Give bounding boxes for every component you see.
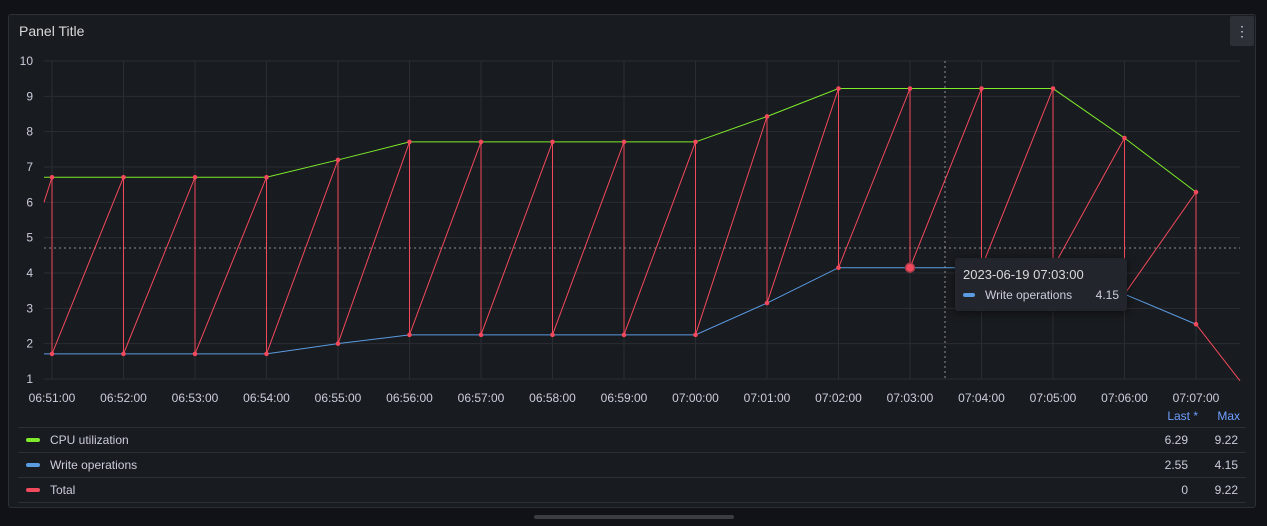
legend-series-name[interactable]: Write operations (50, 458, 137, 472)
x-tick-label: 07:03:00 (887, 391, 934, 405)
data-point (121, 351, 126, 357)
series-swatch (26, 438, 40, 442)
data-point (335, 157, 341, 163)
data-point (407, 332, 412, 338)
legend-max-value: 9.22 (1214, 433, 1238, 447)
tooltip-series-name: Write operations (985, 288, 1073, 302)
data-point (264, 351, 269, 357)
time-series-chart[interactable]: 1 2 3 4 5 6 7 8 9 10 06:51:00 06:52:00 06:53:00 06:54… (0, 0, 1267, 420)
legend-header-max[interactable]: Max (1217, 409, 1240, 423)
cpu-series-line (44, 88, 1197, 193)
x-tick-label: 06:56:00 (386, 391, 433, 405)
legend-last-value: 2.55 (1164, 458, 1188, 472)
data-point (550, 139, 555, 145)
data-point (836, 86, 841, 91)
data-point (1193, 189, 1199, 195)
x-tick-label: 06:58:00 (529, 391, 576, 405)
data-point (407, 139, 412, 145)
x-tick-label: 07:02:00 (815, 391, 862, 405)
data-point (478, 139, 484, 145)
legend-table: Last * Max CPU utilization 6.29 9.22 Wri… (18, 405, 1246, 503)
y-tick-label: 4 (26, 266, 33, 280)
series-swatch (26, 488, 40, 492)
data-point (49, 174, 55, 180)
x-tick-label: 07:07:00 (1173, 391, 1220, 405)
tooltip-time: 2023-06-19 07:03:00 (963, 267, 1084, 282)
legend-series-name[interactable]: CPU utilization (50, 433, 129, 447)
x-tick-label: 06:51:00 (29, 391, 76, 405)
y-tick-label: 10 (20, 54, 34, 68)
legend-max-value: 4.15 (1214, 458, 1238, 472)
total-series-line (43, 88, 1241, 382)
y-tick-label: 7 (26, 160, 33, 174)
y-tick-label: 2 (26, 337, 33, 351)
resize-handle[interactable] (534, 515, 734, 519)
data-point (621, 139, 627, 145)
y-tick-label: 5 (26, 231, 33, 245)
y-tick-label: 3 (26, 301, 33, 315)
tooltip-value: 4.15 (1095, 288, 1119, 302)
data-point (264, 174, 269, 180)
legend-header-last[interactable]: Last * (1167, 409, 1198, 423)
data-point (693, 139, 698, 145)
data-point (1050, 86, 1056, 91)
x-tick-label: 06:57:00 (458, 391, 505, 405)
y-tick-label: 6 (26, 195, 33, 209)
series-swatch (26, 463, 40, 467)
legend-row[interactable]: Total 0 9.22 (18, 477, 1246, 503)
data-point (121, 174, 126, 180)
y-tick-label: 8 (26, 125, 33, 139)
x-tick-label: 06:59:00 (601, 391, 648, 405)
x-tick-label: 06:52:00 (100, 391, 147, 405)
data-point (836, 265, 841, 271)
data-point (621, 332, 627, 338)
data-point (192, 351, 198, 357)
data-point (192, 174, 198, 180)
legend-row[interactable]: Write operations 2.55 4.15 (18, 452, 1246, 477)
y-tick-label: 1 (26, 372, 33, 386)
y-tick-label: 9 (26, 89, 33, 103)
data-point (478, 332, 484, 338)
legend-last-value: 6.29 (1164, 433, 1188, 447)
legend-max-value: 9.22 (1214, 483, 1238, 497)
data-point (335, 341, 341, 346)
x-tick-label: 07:00:00 (672, 391, 719, 405)
x-tick-label: 07:04:00 (958, 391, 1005, 405)
legend-last-value: 0 (1181, 483, 1188, 497)
hover-tooltip: 2023-06-19 07:03:00 Write operations 4.1… (955, 258, 1127, 311)
data-point (1193, 321, 1199, 327)
x-tick-label: 06:54:00 (243, 391, 290, 405)
hover-point (904, 262, 916, 273)
data-point (49, 351, 55, 357)
x-tick-label: 07:05:00 (1030, 391, 1077, 405)
data-point (693, 332, 698, 338)
x-tick-label: 07:01:00 (744, 391, 791, 405)
x-tick-label: 06:53:00 (172, 391, 219, 405)
series-swatch (963, 293, 975, 297)
data-point (1122, 135, 1127, 141)
data-point (764, 300, 770, 306)
data-point (979, 86, 984, 91)
x-tick-label: 07:06:00 (1101, 391, 1148, 405)
data-point (907, 86, 913, 91)
data-point (764, 114, 770, 119)
legend-row[interactable]: CPU utilization 6.29 9.22 (18, 427, 1246, 452)
legend-series-name[interactable]: Total (50, 483, 75, 497)
x-tick-label: 06:55:00 (315, 391, 362, 405)
data-point (550, 332, 555, 338)
